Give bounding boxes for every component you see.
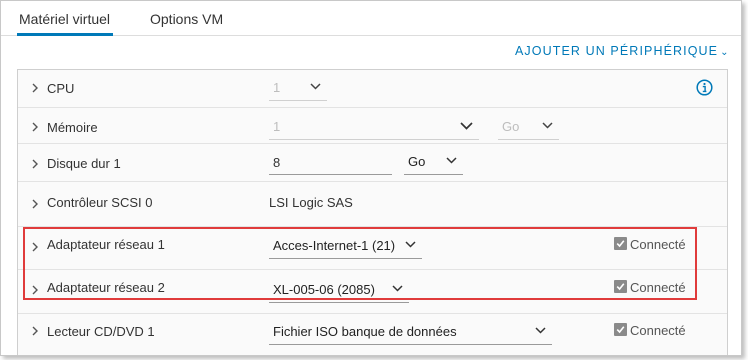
cpu-label: CPU xyxy=(47,81,75,96)
memory-unit-select[interactable]: Go xyxy=(498,117,559,140)
network-2-select[interactable]: XL-005-06 (2085) xyxy=(269,280,409,303)
chevron-down-icon xyxy=(392,285,403,292)
add-device-label: AJOUTER UN PÉRIPHÉRIQUE xyxy=(515,44,719,58)
tab-virtual-hardware[interactable]: Matériel virtuel xyxy=(16,11,114,36)
tab-bar: Matériel virtuel Options VM xyxy=(1,1,741,36)
cd-dvd-source-select[interactable]: Fichier ISO banque de données xyxy=(269,322,552,345)
disk-label: Disque dur 1 xyxy=(47,156,121,171)
device-row-scsi: Contrôleur SCSI 0 LSI Logic SAS xyxy=(18,182,727,227)
expand-caret-icon[interactable] xyxy=(32,159,39,169)
chevron-down-icon xyxy=(405,241,416,248)
expand-caret-icon[interactable] xyxy=(32,285,39,295)
cpu-count-select[interactable]: 1 xyxy=(269,78,327,101)
info-icon[interactable] xyxy=(696,79,713,101)
device-grid: CPU 1 Mémoire 1 Go Disque dur 1 8 Go Con… xyxy=(17,69,728,355)
checkbox-checked-icon xyxy=(614,280,627,293)
device-row-network-1: Adaptateur réseau 1 Acces-Internet-1 (21… xyxy=(18,227,727,270)
expand-caret-icon[interactable] xyxy=(32,199,39,209)
checkbox-checked-icon xyxy=(614,237,627,250)
expand-caret-icon[interactable] xyxy=(32,242,39,252)
network-2-connected-checkbox[interactable]: Connecté xyxy=(614,280,686,295)
vm-hardware-panel: Matériel virtuel Options VM AJOUTER UN P… xyxy=(0,0,742,356)
chevron-down-icon xyxy=(446,157,457,164)
network-1-select[interactable]: Acces-Internet-1 (21) xyxy=(269,236,422,259)
device-row-network-2: Adaptateur réseau 2 XL-005-06 (2085) Con… xyxy=(18,270,727,314)
memory-size-select[interactable]: 1 xyxy=(269,117,479,140)
checkbox-checked-icon xyxy=(614,323,627,336)
network-1-connected-checkbox[interactable]: Connecté xyxy=(614,237,686,252)
device-row-cd-dvd: Lecteur CD/DVD 1 Fichier ISO banque de d… xyxy=(18,314,727,355)
chevron-down-icon xyxy=(460,122,473,130)
memory-label: Mémoire xyxy=(47,120,98,135)
chevron-down-icon: ⌄ xyxy=(720,47,730,58)
scsi-type-value: LSI Logic SAS xyxy=(269,195,353,210)
device-row-disk: Disque dur 1 8 Go xyxy=(18,144,727,182)
scsi-label: Contrôleur SCSI 0 xyxy=(47,195,153,210)
chevron-down-icon xyxy=(310,83,321,90)
disk-size-input[interactable]: 8 xyxy=(269,152,392,175)
network-2-label: Adaptateur réseau 2 xyxy=(47,280,165,295)
cd-dvd-connected-checkbox[interactable]: Connecté xyxy=(614,323,686,338)
expand-caret-icon[interactable] xyxy=(32,83,39,93)
chevron-down-icon xyxy=(535,327,546,334)
device-row-cpu: CPU 1 xyxy=(18,70,727,108)
add-device-button[interactable]: AJOUTER UN PÉRIPHÉRIQUE ⌄ xyxy=(515,44,730,58)
chevron-down-icon xyxy=(542,122,553,129)
cd-dvd-label: Lecteur CD/DVD 1 xyxy=(47,324,155,339)
network-1-label: Adaptateur réseau 1 xyxy=(47,237,165,252)
tab-vm-options[interactable]: Options VM xyxy=(150,11,223,27)
disk-unit-select[interactable]: Go xyxy=(404,152,463,175)
expand-caret-icon[interactable] xyxy=(32,122,39,132)
device-row-memory: Mémoire 1 Go xyxy=(18,108,727,144)
expand-caret-icon[interactable] xyxy=(32,326,39,336)
